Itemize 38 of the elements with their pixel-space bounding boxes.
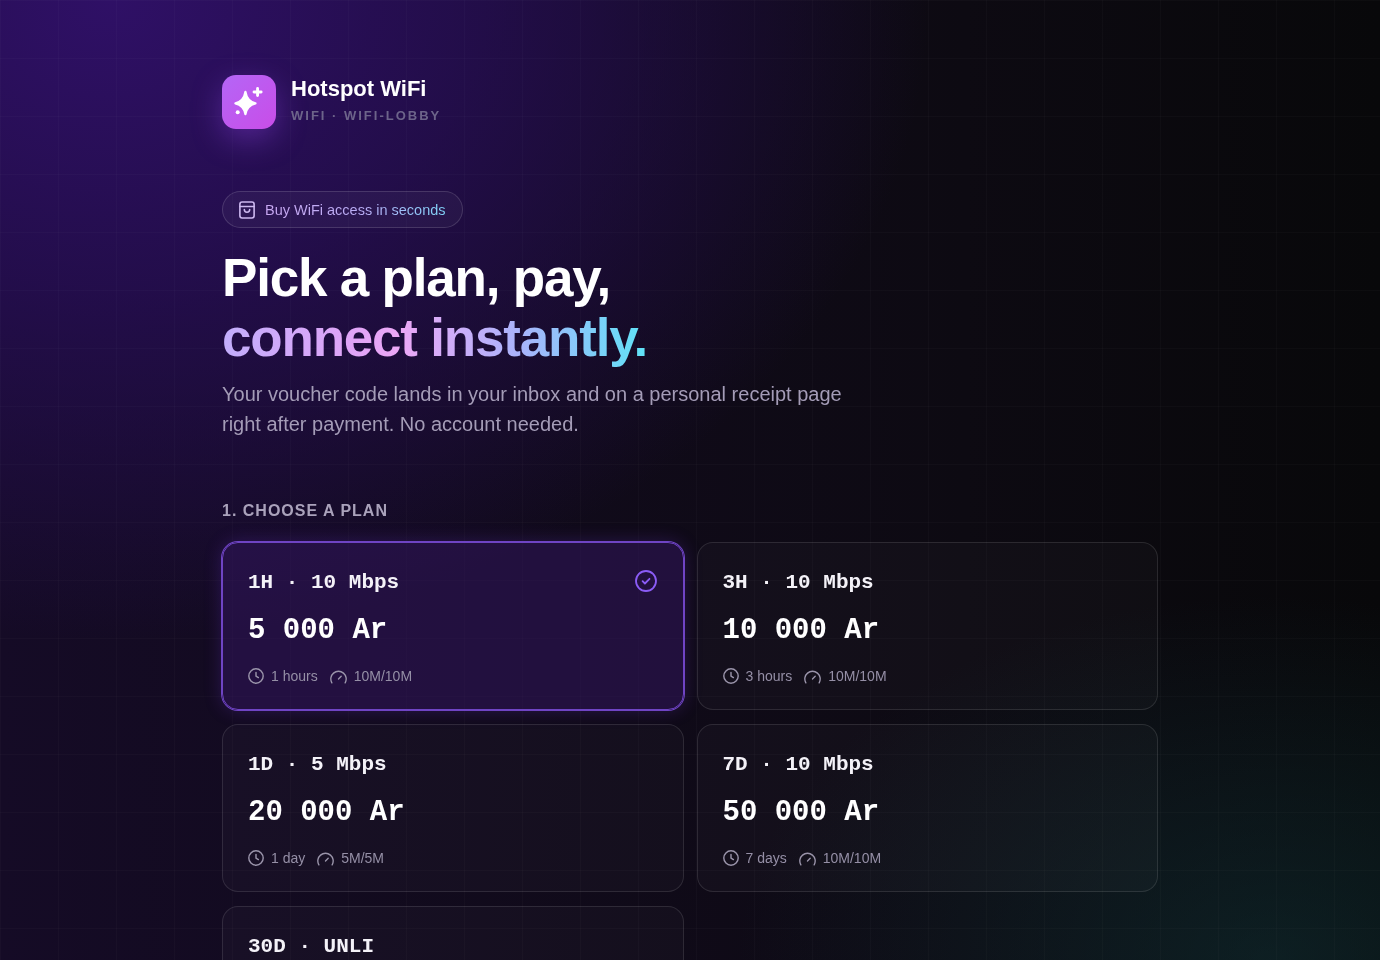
- plan-price: 10 000 Ar: [722, 613, 880, 649]
- gauge-icon: [329, 668, 347, 684]
- gauge-icon: [804, 668, 822, 684]
- plan-card[interactable]: 7D · 10 Mbps 50 000 Ar 7 days 10M/10M: [696, 724, 1158, 892]
- clock-icon: [248, 850, 264, 866]
- clock-icon: [248, 668, 264, 684]
- plan-speed: 10M/10M: [828, 668, 887, 684]
- shopping-bag-icon: [239, 200, 255, 219]
- plan-title: 30D · UNLI: [248, 934, 375, 960]
- plan-title: 3H · 10 Mbps: [722, 570, 874, 596]
- plan-price: 50 000 Ar: [722, 795, 880, 831]
- plan-speed: 10M/10M: [822, 850, 882, 866]
- headline: Pick a plan, pay, connect instantly.: [222, 248, 648, 368]
- plan-price: 20 000 Ar: [248, 795, 405, 831]
- clock-icon: [722, 668, 739, 684]
- plan-speed: 5M/5M: [341, 850, 385, 866]
- brand-name: Hotspot WiFi: [291, 75, 427, 103]
- clock-icon: [722, 850, 739, 866]
- plan-speed: 10M/10M: [353, 668, 413, 684]
- plan-price: 5 000 Ar: [248, 613, 388, 649]
- plan-card[interactable]: 1H · 10 Mbps 5 000 Ar 1 hours 10M/10M: [222, 542, 684, 710]
- check-circle-icon: [634, 569, 657, 592]
- section-title: 1. CHOOSE A PLAN: [222, 501, 388, 521]
- plan-duration: 7 days: [745, 850, 787, 866]
- gauge-icon: [317, 850, 335, 866]
- sparkle-icon: [222, 75, 276, 129]
- plan-card[interactable]: 3H · 10 Mbps 10 000 Ar 3 hours 10M/10M: [696, 542, 1158, 710]
- gauge-icon: [798, 850, 816, 866]
- plan-title: 1H · 10 Mbps: [248, 570, 400, 596]
- plan-title: 1D · 5 Mbps: [248, 752, 387, 778]
- intro-text: Your voucher code lands in your inbox and on a personal receipt page right after payment. No account needed.: [222, 382, 843, 437]
- plan-duration: 1 day: [271, 850, 306, 866]
- plan-card[interactable]: 1D · 5 Mbps 20 000 Ar 1 day 5M/5M: [222, 724, 684, 892]
- plan-duration: 3 hours: [745, 668, 793, 684]
- brand-subtitle: WIFI · WIFI-LOBBY: [291, 107, 442, 125]
- plan-duration: 1 hours: [271, 668, 318, 684]
- plan-card[interactable]: 30D · UNLI: [222, 906, 684, 960]
- plan-title: 7D · 10 Mbps: [722, 752, 874, 778]
